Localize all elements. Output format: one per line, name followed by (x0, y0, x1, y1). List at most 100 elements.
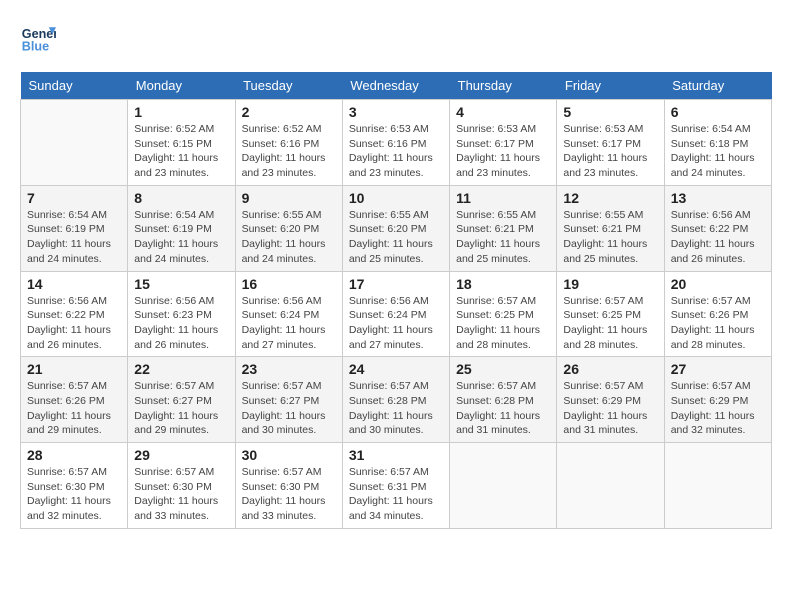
day-number: 27 (671, 361, 765, 377)
day-info: Sunrise: 6:55 AM Sunset: 6:21 PM Dayligh… (456, 208, 550, 267)
header-saturday: Saturday (664, 72, 771, 100)
day-info: Sunrise: 6:57 AM Sunset: 6:25 PM Dayligh… (456, 294, 550, 353)
day-info: Sunrise: 6:57 AM Sunset: 6:27 PM Dayligh… (242, 379, 336, 438)
day-info: Sunrise: 6:52 AM Sunset: 6:16 PM Dayligh… (242, 122, 336, 181)
day-number: 12 (563, 190, 657, 206)
calendar-cell: 3 Sunrise: 6:53 AM Sunset: 6:16 PM Daylig… (342, 100, 449, 186)
day-info: Sunrise: 6:54 AM Sunset: 6:19 PM Dayligh… (134, 208, 228, 267)
day-number: 21 (27, 361, 121, 377)
day-info: Sunrise: 6:57 AM Sunset: 6:30 PM Dayligh… (242, 465, 336, 524)
day-info: Sunrise: 6:55 AM Sunset: 6:20 PM Dayligh… (349, 208, 443, 267)
day-info: Sunrise: 6:56 AM Sunset: 6:23 PM Dayligh… (134, 294, 228, 353)
day-number: 18 (456, 276, 550, 292)
calendar-cell: 17 Sunrise: 6:56 AM Sunset: 6:24 PM Dayli… (342, 271, 449, 357)
calendar-cell: 31 Sunrise: 6:57 AM Sunset: 6:31 PM Dayli… (342, 443, 449, 529)
day-info: Sunrise: 6:53 AM Sunset: 6:17 PM Dayligh… (456, 122, 550, 181)
day-info: Sunrise: 6:57 AM Sunset: 6:30 PM Dayligh… (27, 465, 121, 524)
calendar-cell: 27 Sunrise: 6:57 AM Sunset: 6:29 PM Dayli… (664, 357, 771, 443)
day-number: 14 (27, 276, 121, 292)
calendar-table: SundayMondayTuesdayWednesdayThursdayFrid… (20, 72, 772, 529)
calendar-week-row: 1 Sunrise: 6:52 AM Sunset: 6:15 PM Daylig… (21, 100, 772, 186)
day-info: Sunrise: 6:57 AM Sunset: 6:28 PM Dayligh… (349, 379, 443, 438)
day-number: 2 (242, 104, 336, 120)
day-info: Sunrise: 6:56 AM Sunset: 6:24 PM Dayligh… (349, 294, 443, 353)
day-info: Sunrise: 6:57 AM Sunset: 6:29 PM Dayligh… (563, 379, 657, 438)
day-info: Sunrise: 6:57 AM Sunset: 6:25 PM Dayligh… (563, 294, 657, 353)
day-number: 19 (563, 276, 657, 292)
calendar-cell: 29Sunrise: 6:57 AM Sunset: 6:30 PM Dayli… (128, 443, 235, 529)
calendar-week-row: 14 Sunrise: 6:56 AM Sunset: 6:22 PM Dayli… (21, 271, 772, 357)
day-info: Sunrise: 6:53 AM Sunset: 6:16 PM Dayligh… (349, 122, 443, 181)
day-number: 3 (349, 104, 443, 120)
calendar-week-row: 28Sunrise: 6:57 AM Sunset: 6:30 PM Dayli… (21, 443, 772, 529)
day-number: 31 (349, 447, 443, 463)
logo-icon: General Blue (20, 20, 56, 56)
calendar-cell: 19 Sunrise: 6:57 AM Sunset: 6:25 PM Dayli… (557, 271, 664, 357)
day-number: 7 (27, 190, 121, 206)
calendar-cell: 2 Sunrise: 6:52 AM Sunset: 6:16 PM Daylig… (235, 100, 342, 186)
header-wednesday: Wednesday (342, 72, 449, 100)
header-sunday: Sunday (21, 72, 128, 100)
calendar-cell (664, 443, 771, 529)
calendar-cell: 28Sunrise: 6:57 AM Sunset: 6:30 PM Dayli… (21, 443, 128, 529)
day-number: 11 (456, 190, 550, 206)
calendar-cell: 6 Sunrise: 6:54 AM Sunset: 6:18 PM Daylig… (664, 100, 771, 186)
calendar-cell: 14 Sunrise: 6:56 AM Sunset: 6:22 PM Dayli… (21, 271, 128, 357)
logo: General Blue (20, 20, 62, 56)
day-number: 15 (134, 276, 228, 292)
calendar-cell: 1 Sunrise: 6:52 AM Sunset: 6:15 PM Daylig… (128, 100, 235, 186)
day-info: Sunrise: 6:55 AM Sunset: 6:20 PM Dayligh… (242, 208, 336, 267)
day-number: 6 (671, 104, 765, 120)
day-number: 10 (349, 190, 443, 206)
day-number: 24 (349, 361, 443, 377)
day-info: Sunrise: 6:52 AM Sunset: 6:15 PM Dayligh… (134, 122, 228, 181)
day-info: Sunrise: 6:56 AM Sunset: 6:22 PM Dayligh… (671, 208, 765, 267)
day-number: 17 (349, 276, 443, 292)
calendar-cell: 16Sunrise: 6:56 AM Sunset: 6:24 PM Dayli… (235, 271, 342, 357)
day-number: 25 (456, 361, 550, 377)
day-number: 30 (242, 447, 336, 463)
calendar-cell (557, 443, 664, 529)
day-number: 16 (242, 276, 336, 292)
calendar-cell: 22Sunrise: 6:57 AM Sunset: 6:27 PM Dayli… (128, 357, 235, 443)
calendar-cell: 9 Sunrise: 6:55 AM Sunset: 6:20 PM Daylig… (235, 185, 342, 271)
day-number: 13 (671, 190, 765, 206)
calendar-cell: 21 Sunrise: 6:57 AM Sunset: 6:26 PM Dayli… (21, 357, 128, 443)
day-info: Sunrise: 6:53 AM Sunset: 6:17 PM Dayligh… (563, 122, 657, 181)
day-info: Sunrise: 6:57 AM Sunset: 6:26 PM Dayligh… (27, 379, 121, 438)
calendar-cell: 10 Sunrise: 6:55 AM Sunset: 6:20 PM Dayli… (342, 185, 449, 271)
day-info: Sunrise: 6:57 AM Sunset: 6:27 PM Dayligh… (134, 379, 228, 438)
day-info: Sunrise: 6:57 AM Sunset: 6:29 PM Dayligh… (671, 379, 765, 438)
calendar-cell: 13 Sunrise: 6:56 AM Sunset: 6:22 PM Dayli… (664, 185, 771, 271)
day-number: 4 (456, 104, 550, 120)
day-number: 9 (242, 190, 336, 206)
day-number: 5 (563, 104, 657, 120)
calendar-cell: 7 Sunrise: 6:54 AM Sunset: 6:19 PM Daylig… (21, 185, 128, 271)
calendar-cell: 24 Sunrise: 6:57 AM Sunset: 6:28 PM Dayli… (342, 357, 449, 443)
calendar-cell: 26Sunrise: 6:57 AM Sunset: 6:29 PM Dayli… (557, 357, 664, 443)
calendar-cell (450, 443, 557, 529)
calendar-week-row: 21 Sunrise: 6:57 AM Sunset: 6:26 PM Dayli… (21, 357, 772, 443)
page-header: General Blue (20, 20, 772, 56)
calendar-cell (21, 100, 128, 186)
day-number: 23 (242, 361, 336, 377)
calendar-cell: 5 Sunrise: 6:53 AM Sunset: 6:17 PM Daylig… (557, 100, 664, 186)
calendar-cell: 23 Sunrise: 6:57 AM Sunset: 6:27 PM Dayli… (235, 357, 342, 443)
header-thursday: Thursday (450, 72, 557, 100)
day-number: 1 (134, 104, 228, 120)
header-tuesday: Tuesday (235, 72, 342, 100)
calendar-cell: 20Sunrise: 6:57 AM Sunset: 6:26 PM Dayli… (664, 271, 771, 357)
day-info: Sunrise: 6:57 AM Sunset: 6:30 PM Dayligh… (134, 465, 228, 524)
calendar-cell: 11 Sunrise: 6:55 AM Sunset: 6:21 PM Dayli… (450, 185, 557, 271)
day-info: Sunrise: 6:56 AM Sunset: 6:22 PM Dayligh… (27, 294, 121, 353)
calendar-cell: 18 Sunrise: 6:57 AM Sunset: 6:25 PM Dayli… (450, 271, 557, 357)
day-number: 8 (134, 190, 228, 206)
day-info: Sunrise: 6:55 AM Sunset: 6:21 PM Dayligh… (563, 208, 657, 267)
header-friday: Friday (557, 72, 664, 100)
calendar-cell: 12 Sunrise: 6:55 AM Sunset: 6:21 PM Dayli… (557, 185, 664, 271)
day-number: 20 (671, 276, 765, 292)
day-info: Sunrise: 6:54 AM Sunset: 6:18 PM Dayligh… (671, 122, 765, 181)
day-info: Sunrise: 6:57 AM Sunset: 6:31 PM Dayligh… (349, 465, 443, 524)
calendar-cell: 15 Sunrise: 6:56 AM Sunset: 6:23 PM Dayli… (128, 271, 235, 357)
day-info: Sunrise: 6:54 AM Sunset: 6:19 PM Dayligh… (27, 208, 121, 267)
